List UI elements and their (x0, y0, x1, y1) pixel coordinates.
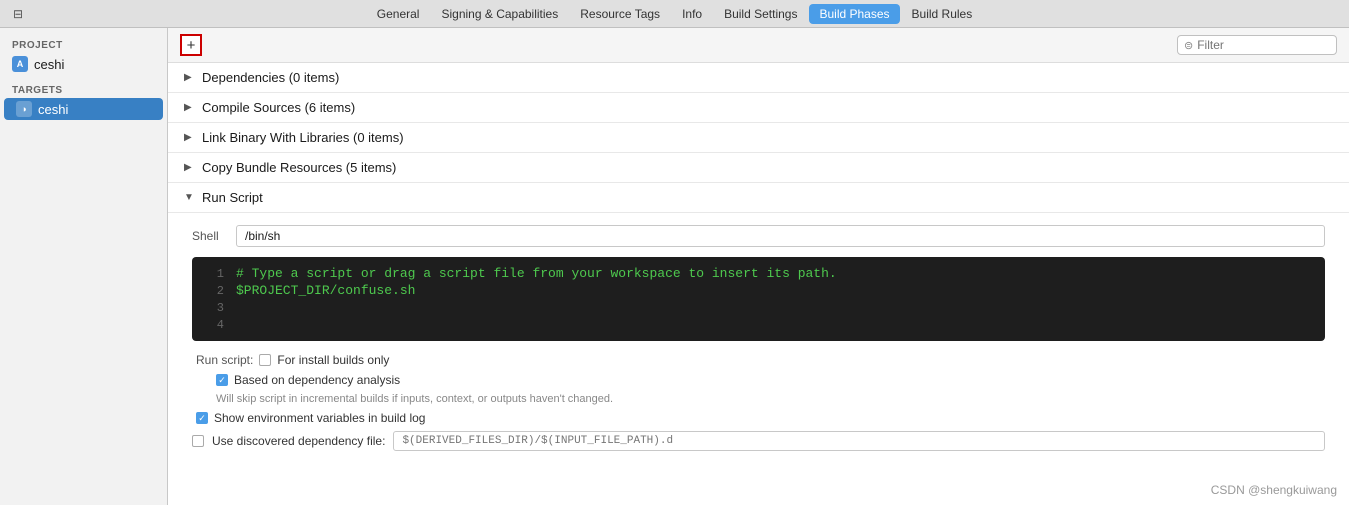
show-env-row: Show environment variables in build log (192, 411, 1325, 425)
install-only-label: For install builds only (277, 353, 389, 367)
tab-resource-tags[interactable]: Resource Tags (570, 4, 670, 24)
code-line-3: 3 (192, 299, 1325, 316)
chevron-icon: ▶ (184, 132, 196, 143)
dep-file-label: Use discovered dependency file: (212, 434, 385, 448)
run-script-label: Run Script (202, 190, 263, 205)
line-content (236, 300, 244, 315)
code-line-2: 2 $PROJECT_DIR/confuse.sh (192, 282, 1325, 299)
tab-signing[interactable]: Signing & Capabilities (431, 4, 568, 24)
shell-value[interactable]: /bin/sh (236, 225, 1325, 247)
sidebar-item-project[interactable]: A ceshi (0, 53, 167, 75)
phase-label: Copy Bundle Resources (5 items) (202, 160, 396, 175)
sidebar: PROJECT A ceshi TARGETS ◑ ceshi (0, 28, 168, 505)
show-env-label: Show environment variables in build log (214, 411, 425, 425)
tab-general[interactable]: General (367, 4, 430, 24)
dependency-analysis-label: Based on dependency analysis (234, 373, 400, 387)
install-only-checkbox[interactable] (259, 354, 271, 366)
tab-build-settings[interactable]: Build Settings (714, 4, 807, 24)
tabs-center: General Signing & Capabilities Resource … (367, 4, 982, 24)
phase-label: Dependencies (0 items) (202, 70, 339, 85)
phase-dependencies[interactable]: ▶ Dependencies (0 items) (168, 63, 1349, 93)
line-content: $PROJECT_DIR/confuse.sh (236, 283, 415, 298)
dep-file-input[interactable] (393, 431, 1325, 451)
dep-file-row: Use discovered dependency file: (192, 431, 1325, 451)
run-script-body: Shell /bin/sh 1 # Type a script or drag … (168, 213, 1349, 467)
dep-file-checkbox[interactable] (192, 435, 204, 447)
code-line-1: 1 # Type a script or drag a script file … (192, 265, 1325, 282)
run-script-header[interactable]: ▼ Run Script (168, 183, 1349, 213)
project-name: ceshi (34, 57, 64, 72)
dependency-analysis-row: Based on dependency analysis (192, 373, 1325, 387)
show-env-checkbox[interactable] (196, 412, 208, 424)
dependency-analysis-checkbox[interactable] (216, 374, 228, 386)
chevron-down-icon: ▼ (184, 192, 196, 203)
chevron-icon: ▶ (184, 72, 196, 83)
main-layout: PROJECT A ceshi TARGETS ◑ ceshi + ⊜ ▶ De… (0, 28, 1349, 505)
targets-section-label: TARGETS (0, 81, 167, 98)
target-name: ceshi (38, 102, 68, 117)
sidebar-toggle-icon[interactable]: ⊟ (10, 6, 26, 22)
tab-info[interactable]: Info (672, 4, 712, 24)
add-phase-button[interactable]: + (180, 34, 202, 56)
project-icon: A (12, 56, 28, 72)
shell-label: Shell (192, 229, 228, 243)
chevron-icon: ▶ (184, 102, 196, 113)
run-script-option-label: Run script: (196, 353, 253, 367)
watermark: CSDN @shengkuiwang (1211, 483, 1337, 497)
phase-label: Compile Sources (6 items) (202, 100, 355, 115)
code-line-4: 4 (192, 316, 1325, 333)
run-script-section: ▼ Run Script Shell /bin/sh 1 # Type a sc… (168, 183, 1349, 467)
tab-build-rules[interactable]: Build Rules (902, 4, 983, 24)
line-number: 4 (200, 318, 224, 332)
phase-copy-bundle[interactable]: ▶ Copy Bundle Resources (5 items) (168, 153, 1349, 183)
line-content: # Type a script or drag a script file fr… (236, 266, 837, 281)
content-area: + ⊜ ▶ Dependencies (0 items) ▶ Compile S… (168, 28, 1349, 505)
line-number: 3 (200, 301, 224, 315)
filter-icon: ⊜ (1184, 39, 1193, 52)
line-content (236, 317, 244, 332)
tab-build-phases[interactable]: Build Phases (809, 4, 899, 24)
line-number: 1 (200, 267, 224, 281)
phase-link-binary[interactable]: ▶ Link Binary With Libraries (0 items) (168, 123, 1349, 153)
filter-box: ⊜ (1177, 35, 1337, 55)
phase-label: Link Binary With Libraries (0 items) (202, 130, 404, 145)
project-section-label: PROJECT (0, 36, 167, 53)
line-number: 2 (200, 284, 224, 298)
filter-input[interactable] (1197, 38, 1330, 52)
tab-bar: ⊟ General Signing & Capabilities Resourc… (0, 0, 1349, 28)
chevron-icon: ▶ (184, 162, 196, 173)
dependency-note: Will skip script in incremental builds i… (192, 393, 1325, 405)
run-script-option-row: Run script: For install builds only (192, 353, 1325, 367)
phase-compile-sources[interactable]: ▶ Compile Sources (6 items) (168, 93, 1349, 123)
sidebar-item-target[interactable]: ◑ ceshi (4, 98, 163, 120)
code-editor[interactable]: 1 # Type a script or drag a script file … (192, 257, 1325, 341)
sidebar-toggle-area: ⊟ (10, 6, 26, 22)
shell-row: Shell /bin/sh (192, 225, 1325, 247)
content-header: + ⊜ (168, 28, 1349, 63)
target-icon: ◑ (16, 101, 32, 117)
